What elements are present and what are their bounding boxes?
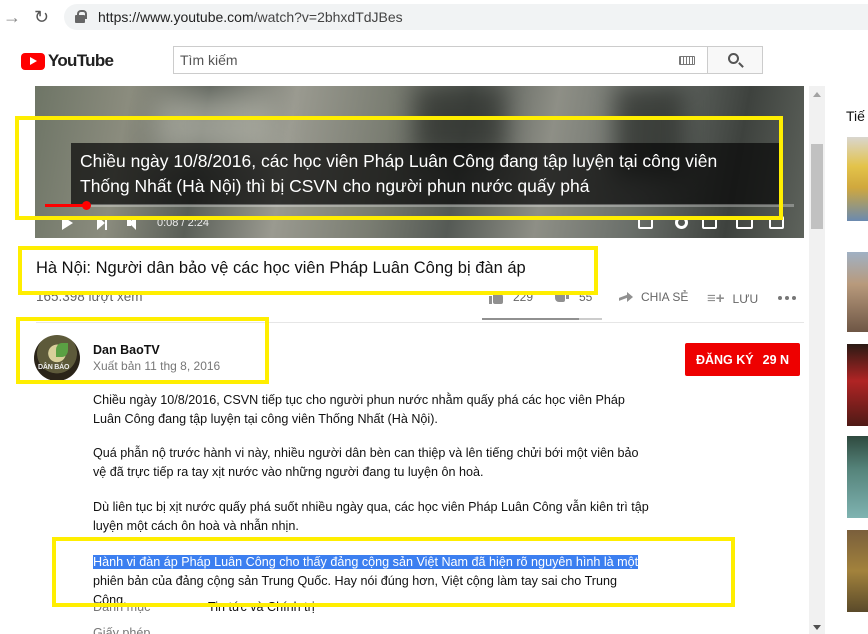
reload-icon[interactable]: ↻ [34,7,49,27]
page-scrollbar[interactable] [809,86,825,634]
save-label: LƯU [732,291,759,306]
back-arrow-icon[interactable]: → [3,7,21,27]
youtube-header: YouTube Tìm kiếm [0,34,868,86]
save-button[interactable]: ≡+ LƯU [707,290,758,307]
subscribe-button[interactable]: ĐĂNG KÝ 29 N [685,343,800,376]
address-bar[interactable]: https://www.youtube.com/watch?v=2bhxdTdJ… [64,4,868,30]
annotation-box-title [18,246,598,295]
browser-toolbar: → ↻ https://www.youtube.com/watch?v=2bhx… [0,0,868,34]
more-actions-icon[interactable] [778,296,796,300]
share-label: CHIA SẺ [641,290,689,304]
youtube-play-logo-icon [21,52,45,70]
sentiment-bar-fill [482,318,580,320]
url-text: https://www.youtube.com/watch?v=2bhxdTdJ… [98,9,403,25]
annotation-box-channel [16,317,269,384]
annotation-box-description [52,537,735,607]
sentiment-bar [482,318,602,320]
share-icon [619,292,633,302]
keyboard-icon[interactable] [679,56,695,65]
search-placeholder: Tìm kiếm [180,52,238,68]
search-button[interactable] [707,46,763,74]
description-paragraph: Quá phẫn nộ trước hành vi này, nhiều ngư… [93,446,639,479]
scrollbar-thumb[interactable] [811,144,823,229]
sidebar-video-thumbnail[interactable] [847,344,868,426]
description-paragraph: Dù liên tục bị xịt nước quấy phá suốt nh… [93,500,649,533]
playlist-add-icon: ≡+ [707,290,725,307]
subscribe-label: ĐĂNG KÝ [695,352,754,367]
sidebar-video-thumbnail[interactable] [847,436,868,518]
youtube-logo[interactable]: YouTube [21,51,114,71]
share-button[interactable]: CHIA SẺ [619,290,688,304]
sidebar-video-thumbnail[interactable] [847,530,868,612]
search-icon [728,53,739,64]
scroll-up-arrow-icon[interactable] [813,92,821,97]
license-label: Giấy phép [93,626,151,634]
subscriber-count: 29 N [762,352,790,367]
annotation-box-caption [15,116,783,220]
sidebar-heading: Tiế [846,108,865,124]
description-paragraph: Chiều ngày 10/8/2016, CSVN tiếp tục cho … [93,393,625,426]
sidebar-video-thumbnail[interactable] [847,252,868,332]
search-input[interactable]: Tìm kiếm [173,46,707,74]
scroll-down-arrow-icon[interactable] [813,625,821,630]
lock-icon [75,10,87,23]
sidebar-video-thumbnail[interactable] [847,137,868,221]
logo-text: YouTube [48,51,114,70]
